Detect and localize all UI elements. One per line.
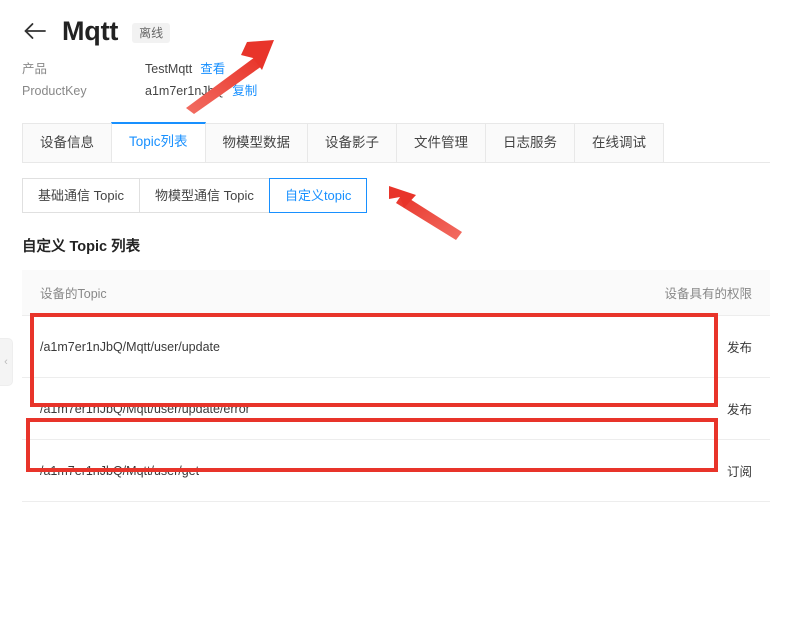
copy-productkey-link[interactable]: 复制 (232, 80, 257, 99)
chevron-left-icon[interactable]: ‹ (0, 338, 13, 386)
meta-label-productkey: ProductKey (22, 84, 87, 98)
cell-permission: 发布 (519, 377, 770, 440)
tab-thing-model-data[interactable]: 物模型数据 (204, 123, 309, 162)
sub-tab-bar: 基础通信 Topic 物模型通信 Topic 自定义topic (22, 178, 368, 213)
table-row[interactable]: /a1m7er1nJbQ/Mqtt/user/update 发布 (22, 315, 770, 378)
arrow-to-custom-topic-tab (389, 186, 462, 240)
section-title: 自定义 Topic 列表 (22, 239, 141, 255)
subtab-thing-model-communication-topic[interactable]: 物模型通信 Topic (138, 178, 270, 213)
tab-online-debug[interactable]: 在线调试 (574, 123, 665, 162)
column-header-permission: 设备具有的权限 (519, 270, 770, 316)
cell-topic: /a1m7er1nJbQ/Mqtt/user/get (22, 439, 520, 502)
cell-permission: 发布 (519, 315, 770, 378)
table-head: 设备的Topic 设备具有的权限 (22, 270, 770, 316)
main-tab-bar: 设备信息 Topic列表 物模型数据 设备影子 文件管理 日志服务 在线调试 (22, 122, 770, 163)
page-title: Mqtt (62, 15, 119, 46)
meta-label-product: 产品 (22, 62, 48, 76)
table-row[interactable]: /a1m7er1nJbQ/Mqtt/user/update/error 发布 (22, 377, 770, 440)
tab-file-management[interactable]: 文件管理 (396, 123, 487, 162)
cell-permission: 订阅 (519, 439, 770, 502)
title-row: Mqtt 离线 (0, 0, 792, 50)
subtab-custom-topic[interactable]: 自定义topic (268, 178, 368, 213)
meta-value-productkey: a1m7er1nJbQ (145, 84, 225, 98)
cell-topic: /a1m7er1nJbQ/Mqtt/user/update/error (22, 377, 520, 440)
page-header: Mqtt 离线 (0, 0, 792, 50)
tab-device-info[interactable]: 设备信息 (22, 123, 112, 162)
table-row[interactable]: /a1m7er1nJbQ/Mqtt/user/get 订阅 (22, 439, 770, 502)
tab-device-shadow[interactable]: 设备影子 (307, 123, 398, 162)
status-badge: 离线 (132, 22, 171, 44)
meta-row-product: 产品 TestMqtt 查看 (22, 58, 257, 80)
meta-value-product: TestMqtt (145, 62, 193, 76)
cell-topic: /a1m7er1nJbQ/Mqtt/user/update (22, 315, 520, 378)
custom-topic-table: 设备的Topic 设备具有的权限 /a1m7er1nJbQ/Mqtt/user/… (22, 270, 770, 502)
tab-topic-list[interactable]: Topic列表 (111, 122, 206, 162)
subtab-basic-communication-topic[interactable]: 基础通信 Topic (22, 178, 140, 213)
arrow-left-icon[interactable] (22, 18, 48, 44)
device-meta-block: 产品 TestMqtt 查看 ProductKey a1m7er1nJbQ 复制 (22, 58, 257, 102)
table-body: /a1m7er1nJbQ/Mqtt/user/update 发布 /a1m7er… (22, 315, 770, 502)
table-header-row: 设备的Topic 设备具有的权限 (22, 270, 770, 316)
meta-row-productkey: ProductKey a1m7er1nJbQ 复制 (22, 80, 257, 102)
tab-log-service[interactable]: 日志服务 (485, 123, 576, 162)
view-product-link[interactable]: 查看 (200, 58, 225, 77)
column-header-topic: 设备的Topic (22, 270, 520, 316)
